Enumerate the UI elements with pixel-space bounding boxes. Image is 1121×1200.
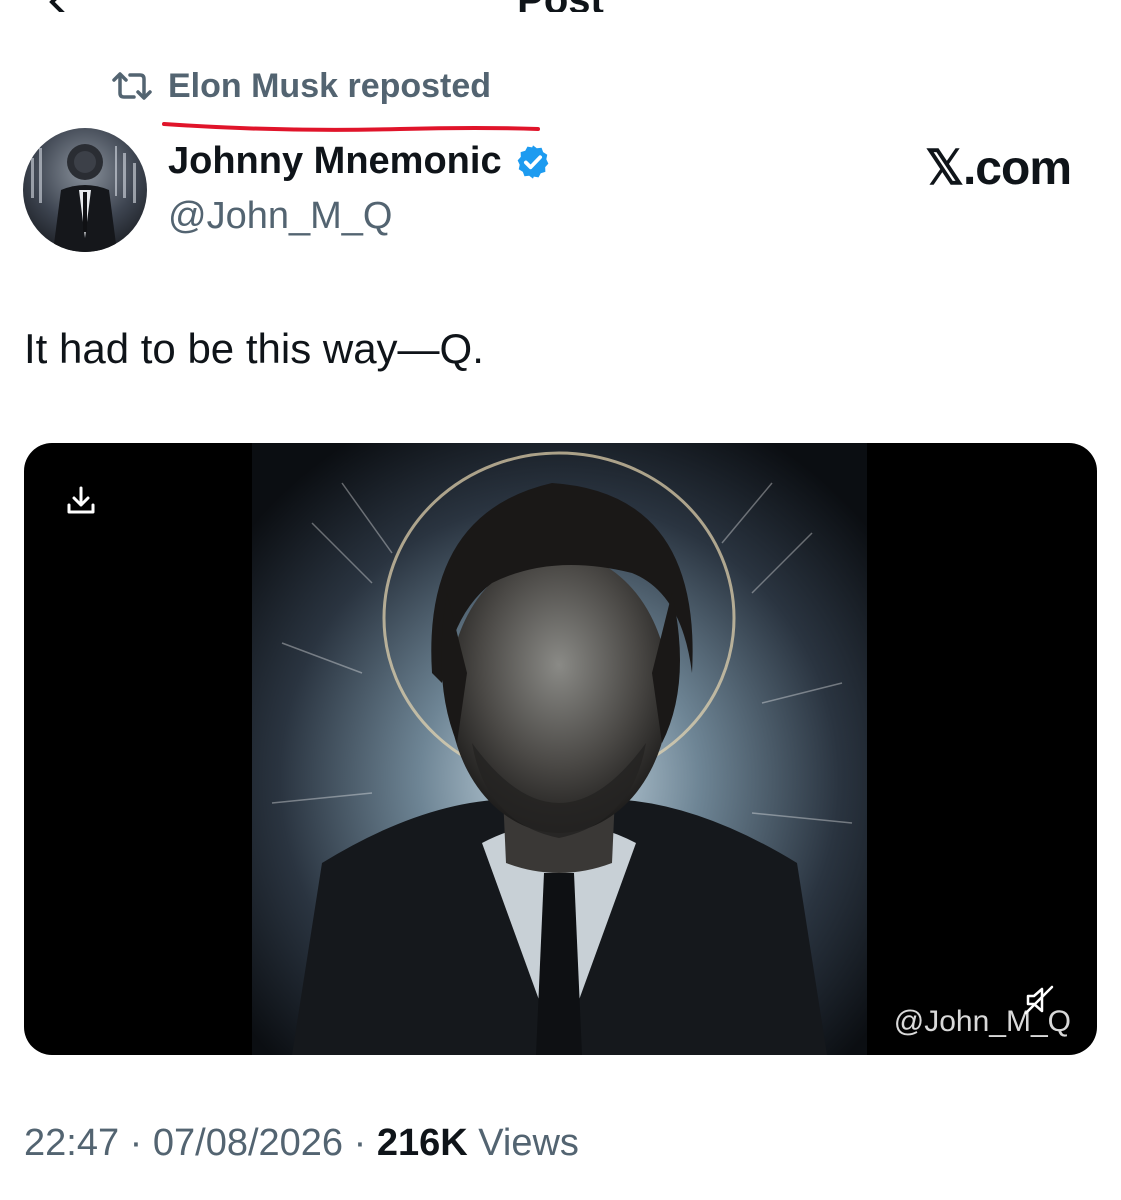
post-time[interactable]: 22:47 — [24, 1122, 119, 1164]
repost-text[interactable]: Elon Musk reposted — [168, 67, 491, 106]
top-header: Post — [0, 0, 1121, 12]
post-meta: 22:47 · 07/08/2026 · 216K Views — [24, 1122, 579, 1165]
meta-separator: · — [353, 1122, 367, 1164]
header-title: Post — [0, 0, 1121, 12]
post-text: It had to be this way—Q. — [24, 325, 484, 372]
media-video[interactable]: @John_M_Q — [24, 443, 1097, 1055]
author-handle[interactable]: @John_M_Q — [168, 195, 392, 238]
views-count[interactable]: 216K — [377, 1122, 468, 1164]
post-date[interactable]: 07/08/2026 — [153, 1122, 343, 1164]
views-label[interactable]: Views — [478, 1122, 579, 1164]
avatar-image — [23, 128, 147, 252]
author-avatar[interactable] — [23, 128, 147, 252]
download-icon[interactable] — [64, 483, 98, 517]
author-display-name[interactable]: Johnny Mnemonic — [168, 140, 502, 183]
media-watermark: @John_M_Q — [893, 1005, 1071, 1038]
repost-icon — [112, 72, 152, 100]
x-com-watermark: 𝕏.com — [925, 142, 1072, 195]
meta-separator: · — [129, 1122, 143, 1164]
verified-badge-icon[interactable] — [514, 143, 552, 181]
video-frame-image — [252, 443, 867, 1055]
author-name-row[interactable]: Johnny Mnemonic — [168, 140, 552, 183]
repost-indicator[interactable]: Elon Musk reposted — [110, 62, 491, 110]
red-underline-annotation — [162, 122, 540, 132]
